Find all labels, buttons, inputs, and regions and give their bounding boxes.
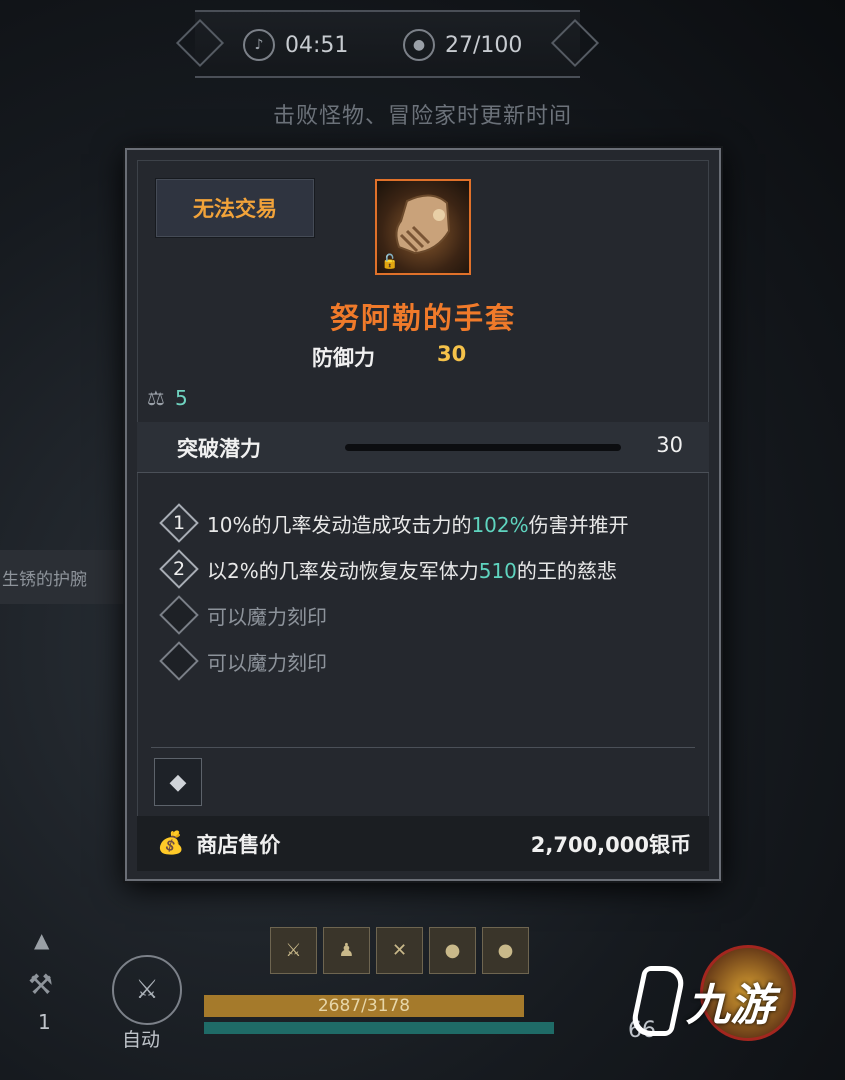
potential-label: 突破潜力 [177, 437, 261, 461]
player-count-group: ● 27/100 [403, 29, 522, 61]
music-note-icon: ♪ [243, 29, 275, 61]
ability-list: 1 10%的几率发动造成攻击力的102%伤害并推开 2 以2%的几率发动恢复友军… [159, 500, 709, 684]
left-count: 1 [38, 1010, 51, 1034]
ability-text: 可以魔力刻印 [207, 604, 327, 629]
ability-item: 2 以2%的几率发动恢复友军体力510的王的慈悲 [159, 546, 709, 592]
lock-icon: 🔓 [381, 254, 399, 270]
stat-label: 防御力 [312, 346, 375, 370]
divider [151, 747, 695, 748]
gem-plus-icon[interactable]: ◆ [154, 758, 202, 806]
ability-text: 10%的几率发动造成攻击力的102%伤害并推开 [207, 512, 629, 537]
skill-1-icon[interactable]: ⚔ [270, 927, 317, 974]
skill-2-icon[interactable]: ♟ [323, 927, 370, 974]
arrow-up-icon[interactable]: ▲ [34, 928, 49, 952]
auto-label: 自动 [122, 1029, 161, 1051]
price-value: 2,700,000银币 [530, 832, 691, 857]
ability-item: 1 10%的几率发动造成攻击力的102%伤害并推开 [159, 500, 709, 546]
diamond-icon [159, 595, 199, 635]
money-bag-icon: 💰 [157, 831, 185, 856]
defense-stat: 防御力 30 [312, 342, 466, 372]
watermark-text: 九游 [686, 980, 774, 1031]
timer-text: 04:51 [285, 32, 349, 58]
diamond-icon: 2 [159, 549, 199, 589]
ability-item: 可以魔力刻印 [159, 592, 709, 638]
skill-bar: ⚔ ♟ ✕ ● ● [270, 927, 529, 974]
skill-5-icon[interactable]: ● [482, 927, 529, 974]
ability-text: 可以魔力刻印 [207, 650, 327, 675]
diamond-icon: 1 [159, 503, 199, 543]
watermark: 九游 [628, 966, 774, 1036]
ability-item: 可以魔力刻印 [159, 638, 709, 684]
diamond-icon [159, 641, 199, 681]
shop-price-row: 💰 商店售价 2,700,000银币 [137, 816, 709, 871]
item-name: 努阿勒的手套 [329, 301, 516, 335]
mp-bar [204, 1022, 554, 1034]
weight-value: 5 [174, 386, 188, 410]
breakthrough-potential: 突破潜力 30 [137, 422, 709, 472]
divider [137, 472, 709, 473]
price-label: 商店售价 [196, 832, 281, 857]
background-item-label[interactable]: 生锈的护腕 [0, 550, 130, 604]
player-count-text: 27/100 [445, 32, 523, 58]
weight-row: ⚖ 5 [147, 386, 188, 410]
ability-text: 以2%的几率发动恢复友军体力510的王的慈悲 [207, 558, 617, 583]
potential-value: 30 [656, 433, 683, 457]
trade-status-badge: 无法交易 [155, 178, 315, 238]
potential-bar [345, 444, 621, 451]
skill-3-icon[interactable]: ✕ [376, 927, 423, 974]
match-status-bar: ♪ 04:51 ● 27/100 [195, 10, 580, 78]
crossed-swords-icon[interactable]: ⚒ [28, 968, 53, 1001]
gauntlet-icon: 🔓 [375, 179, 471, 275]
item-tooltip: 无法交易 🔓 努阿勒的手套 防御力 30 ⚖ 5 突破潜力 30 1 10%的几… [125, 148, 721, 881]
watermark-logo-icon [628, 966, 688, 1036]
hp-bar: 2687/3178 [204, 995, 524, 1017]
update-hint: 击败怪物、冒险家时更新时间 [272, 104, 572, 129]
skill-4-icon[interactable]: ● [429, 927, 476, 974]
auto-battle-button[interactable]: ⚔ [112, 955, 182, 1025]
person-icon: ● [403, 29, 435, 61]
weight-icon: ⚖ [147, 386, 165, 410]
stat-value: 30 [437, 342, 467, 366]
timer-group: ♪ 04:51 [243, 29, 348, 61]
